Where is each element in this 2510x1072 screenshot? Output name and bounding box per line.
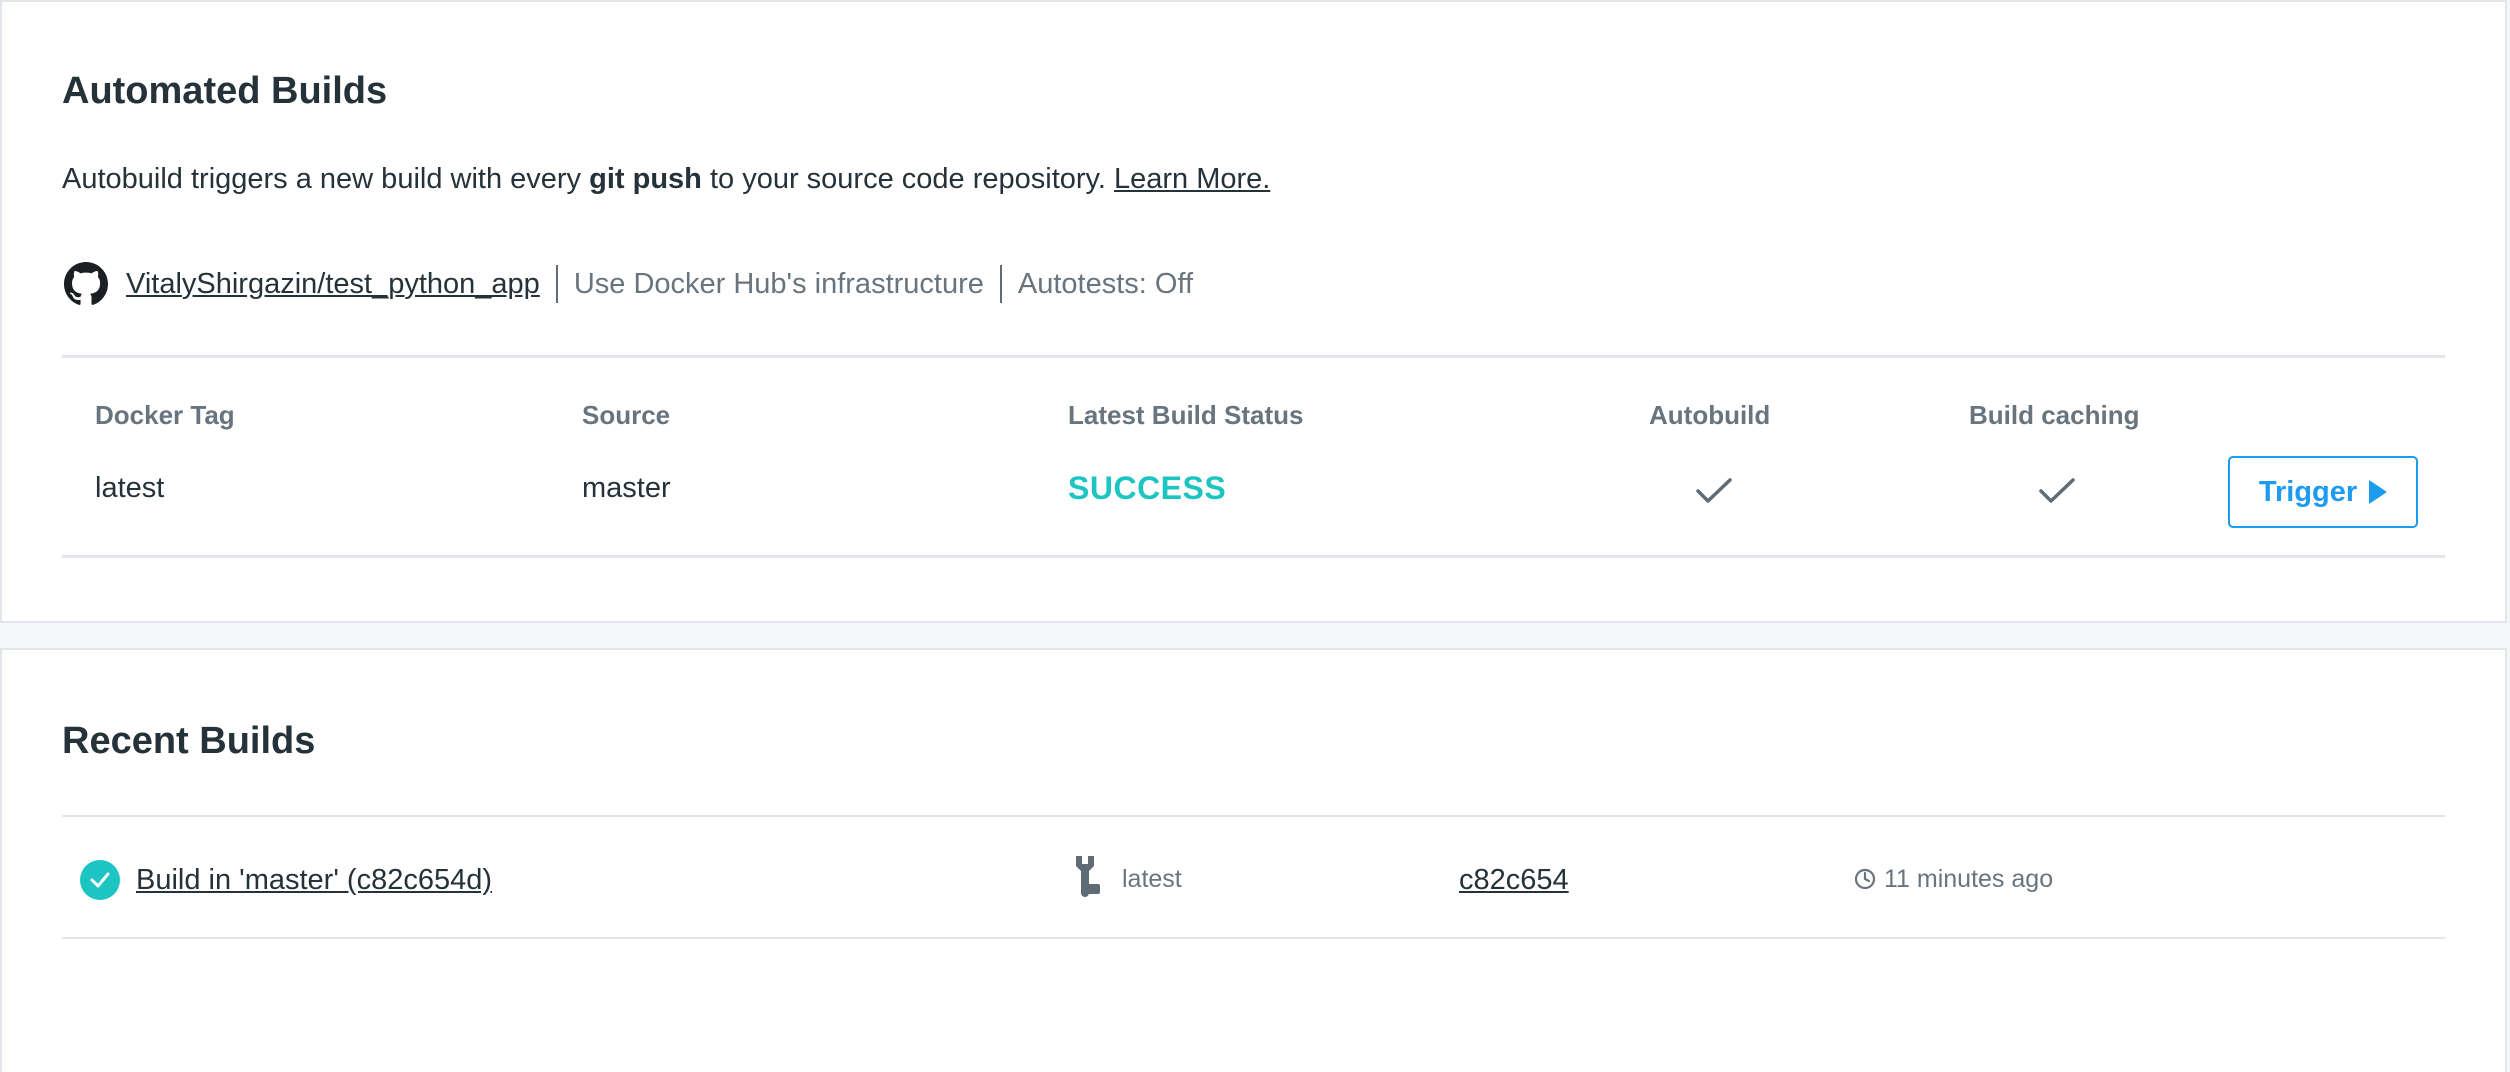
check-glyph-icon — [90, 872, 110, 888]
separator — [999, 265, 1002, 303]
separator — [555, 265, 558, 303]
trigger-label: Trigger — [2258, 475, 2358, 508]
build-link[interactable]: Build in 'master' (c82c654d) — [136, 863, 492, 898]
autotests-text: Autotests: Off — [1017, 267, 1194, 300]
github-icon — [64, 262, 108, 305]
build-tag: latest — [1122, 865, 1182, 893]
play-icon — [2369, 480, 2388, 504]
build-list-item: Build in 'master' (c82c654d) latest c82c… — [60, 818, 2443, 938]
build-caching-check-icon — [2039, 478, 2075, 503]
trigger-button[interactable]: Trigger — [2228, 456, 2418, 528]
repo-info-line: VitalyShirgazin/test_python_app Use Dock… — [64, 260, 1193, 308]
divider — [62, 815, 2445, 817]
learn-more-link[interactable]: Learn More. — [1114, 163, 1270, 195]
repo-link[interactable]: VitalyShirgazin/test_python_app — [126, 268, 540, 301]
clock-icon — [1854, 868, 1876, 890]
commit-link[interactable]: c82c654 — [1459, 863, 1569, 898]
divider — [62, 555, 2445, 558]
source-value: master — [582, 472, 671, 504]
header-build-caching: Build caching — [1969, 400, 2140, 430]
infrastructure-text: Use Docker Hub's infrastructure — [573, 267, 984, 300]
docker-tag-value: latest — [95, 472, 165, 504]
automated-builds-title: Automated Builds — [62, 70, 388, 112]
divider — [62, 355, 2445, 358]
header-autobuild: Autobuild — [1649, 400, 1771, 430]
recent-builds-title: Recent Builds — [62, 720, 316, 762]
header-docker-tag: Docker Tag — [95, 400, 235, 430]
description-suffix: to your source code repository. — [701, 163, 1114, 195]
build-time: 11 minutes ago — [1884, 865, 2054, 893]
autobuild-description: Autobuild triggers a new build with ever… — [62, 162, 1270, 197]
description-prefix: Autobuild triggers a new build with ever… — [62, 163, 590, 195]
autobuild-check-icon — [1696, 478, 1732, 503]
header-build-status: Latest Build Status — [1068, 400, 1304, 430]
description-bold: git push — [589, 163, 702, 195]
header-source: Source — [582, 400, 671, 430]
wrench-icon — [1076, 856, 1100, 897]
success-check-icon — [80, 860, 120, 900]
build-status-badge: SUCCESS — [1068, 470, 1227, 506]
automated-builds-card: Automated Builds Autobuild triggers a ne… — [0, 0, 2507, 623]
